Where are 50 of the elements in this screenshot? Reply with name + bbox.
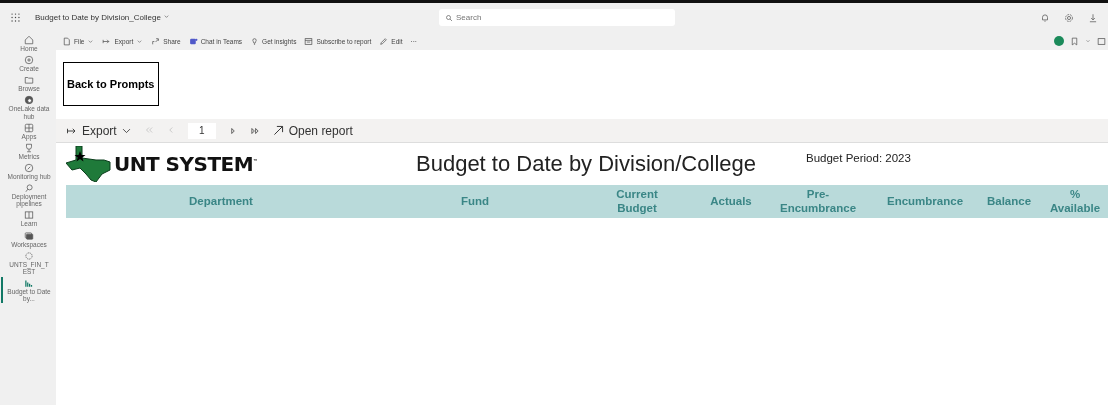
trophy-icon: [24, 142, 34, 153]
open-report-link[interactable]: Open report: [271, 123, 353, 138]
settings-icon[interactable]: [1064, 12, 1074, 23]
search-icon: [445, 13, 453, 22]
download-icon[interactable]: [1088, 12, 1098, 23]
status-icon[interactable]: [1054, 36, 1064, 46]
chevron-icon: [163, 13, 171, 20]
column-header: Fund: [460, 194, 490, 209]
page-number-field[interactable]: 1: [187, 122, 216, 139]
column-header: % Available: [1048, 188, 1102, 215]
workspaces-icon: [24, 230, 34, 241]
last-page-icon: [249, 125, 260, 136]
budget-period: Budget Period: 2023: [806, 152, 911, 164]
workspace-icon: [24, 250, 34, 261]
export-icon: [102, 36, 112, 46]
arrow-icon: [271, 124, 285, 137]
hub-icon: [24, 95, 34, 106]
compass-icon: [24, 163, 34, 173]
document-icon: [62, 36, 71, 46]
teams-icon: [188, 36, 198, 46]
back-to-prompts-button[interactable]: Back to Prompts: [63, 62, 159, 106]
column-header: Actuals: [710, 194, 752, 209]
logo-text: UNT SYSTEM$^{™}$: [114, 152, 258, 176]
chevron-icon: [136, 37, 144, 45]
column-header: Department: [189, 194, 253, 209]
home-icon: [24, 35, 34, 45]
report-title[interactable]: Budget to Date by Division_College: [35, 13, 161, 22]
bookmark-icon: [1070, 36, 1079, 46]
first-page-icon: [143, 124, 154, 135]
plus-circle-icon: [24, 55, 34, 66]
share-icon: [151, 36, 161, 46]
view-icon: [1097, 36, 1106, 46]
lightbulb-icon: [250, 36, 260, 46]
chevron-icon: [87, 37, 95, 45]
column-header: Current Budget: [615, 188, 659, 215]
column-header: Pre-Encumbrance: [778, 188, 858, 215]
pencil-icon: [379, 36, 389, 46]
app-launcher-icon: [10, 12, 21, 23]
column-header: Balance: [986, 194, 1032, 209]
texas-star-logo-icon: [66, 146, 112, 182]
subscribe-icon: [304, 36, 314, 46]
export-button[interactable]: Export: [66, 123, 132, 138]
book-icon: [24, 210, 34, 221]
column-header: Encumbrance: [886, 194, 964, 209]
chevron-icon: [1085, 38, 1091, 44]
search-field[interactable]: Search: [439, 9, 675, 26]
report-heading: Budget to Date by Division/College: [416, 151, 757, 177]
apps-icon: [24, 122, 34, 133]
notification-icon[interactable]: [1040, 12, 1050, 23]
folder-icon: [24, 75, 34, 86]
